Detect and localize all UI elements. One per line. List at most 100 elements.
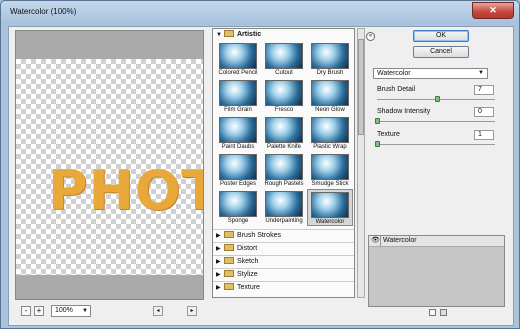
param-slider[interactable] (375, 118, 495, 124)
filter-thumb-image (265, 154, 303, 180)
filter-thumb[interactable]: Dry Brush (307, 41, 353, 78)
param-value-input[interactable]: 1 (474, 130, 494, 140)
filter-thumb-image (219, 154, 257, 180)
filter-thumb-label: Sponge (227, 218, 249, 224)
preview-margin-top (16, 31, 203, 59)
filter-thumb[interactable]: Neon Glow (307, 78, 353, 115)
trash-icon[interactable] (440, 309, 447, 316)
scroll-right-icon[interactable]: ▸ (187, 306, 197, 316)
effect-layer-name: Watercolor (383, 237, 417, 244)
slider-knob[interactable] (375, 118, 380, 124)
preview-scrollbar[interactable]: ◂ ▸ (153, 306, 197, 316)
window-title: Watercolor (100%) (10, 7, 77, 16)
slider-knob[interactable] (375, 141, 380, 147)
title-bar[interactable]: Watercolor (100%) ✕ (1, 1, 519, 25)
filter-thumb[interactable]: Rough Pastels (261, 152, 307, 189)
filter-thumb-label: Paint Daubs (221, 144, 255, 150)
triangle-right-icon: ▶ (216, 272, 221, 278)
filter-thumb-label: Dry Brush (316, 70, 344, 76)
filter-thumb-image (265, 80, 303, 106)
filter-thumb[interactable]: Sponge (215, 189, 261, 226)
category-label: Texture (237, 284, 260, 291)
category-label: Distort (237, 245, 258, 252)
scrollbar-thumb[interactable] (358, 39, 364, 135)
cancel-button[interactable]: Cancel (413, 46, 469, 58)
triangle-right-icon: ▶ (216, 233, 221, 239)
folder-icon (224, 270, 234, 277)
filter-thumb-label: Rough Pastels (264, 181, 304, 187)
zoom-out-button[interactable]: - (21, 306, 31, 316)
zoom-in-button[interactable]: + (34, 306, 44, 316)
filter-thumb[interactable]: Colored Pencil (215, 41, 261, 78)
filter-thumbnails: Colored Pencil Cutout Dry Brush Film Grain F… (215, 41, 355, 229)
new-layer-icon[interactable] (429, 309, 436, 316)
param-label: Brush Detail (377, 86, 416, 93)
scroll-left-icon[interactable]: ◂ (153, 306, 163, 316)
triangle-right-icon: ▶ (216, 285, 221, 291)
triangle-right-icon: ▶ (216, 259, 221, 265)
param-slider[interactable] (377, 96, 495, 102)
slider-knob[interactable] (435, 96, 440, 102)
filter-thumb-label: Smudge Stick (311, 181, 349, 187)
filter-thumb[interactable]: Palette Knife (261, 115, 307, 152)
filter-thumb-label: Plastic Wrap (313, 144, 347, 150)
category-label: Sketch (237, 258, 259, 265)
filter-thumb-image (265, 191, 303, 217)
filter-thumb-label: Colored Pencil (218, 70, 258, 76)
param-label: Texture (377, 131, 400, 138)
folder-open-icon (224, 30, 234, 37)
filter-thumb[interactable]: Smudge Stick (307, 152, 353, 189)
category-stylize[interactable]: ▶ Stylize (213, 268, 354, 281)
param-slider[interactable] (375, 141, 495, 147)
preview-text: PHOTO (48, 159, 203, 222)
filter-thumb-label: Poster Edges (219, 181, 257, 187)
folder-icon (224, 283, 234, 290)
filter-thumb[interactable]: Underpainting (261, 189, 307, 226)
ok-button[interactable]: OK (413, 30, 469, 42)
filter-thumb[interactable]: Fresco (261, 78, 307, 115)
filter-thumb-label: Watercolor (315, 219, 345, 225)
dialog-body: PHOTO - + 100% ▼ ◂ ▸ ▼ Artistic Colored P… (8, 26, 514, 326)
category-distort[interactable]: ▶ Distort (213, 242, 354, 255)
filter-thumb-label: Fresco (274, 107, 294, 113)
browser-scrollbar[interactable] (357, 28, 365, 298)
filter-thumb-image (311, 80, 349, 106)
preview-footer: - + 100% ▼ ◂ ▸ (15, 304, 204, 319)
preview-pane[interactable]: PHOTO (15, 30, 204, 300)
filter-thumb-label: Underpainting (265, 218, 303, 224)
zoom-select[interactable]: 100% ▼ (51, 305, 91, 317)
eye-icon[interactable]: 👁 (371, 237, 380, 245)
param-value-input[interactable]: 7 (474, 85, 494, 95)
chevron-down-icon: ▼ (82, 308, 88, 314)
filter-thumb[interactable]: Paint Daubs (215, 115, 261, 152)
filter-thumb-label: Neon Glow (315, 107, 345, 113)
filter-thumb-label: Palette Knife (266, 144, 302, 150)
filter-thumb-image (219, 43, 257, 69)
preview-canvas: PHOTO (16, 59, 203, 275)
collapse-icon[interactable]: « (366, 32, 375, 41)
triangle-right-icon: ▶ (216, 246, 221, 252)
filter-thumb[interactable]: Plastic Wrap (307, 115, 353, 152)
category-label: Artistic (237, 31, 262, 38)
filter-thumb[interactable]: Watercolor (307, 189, 353, 226)
zoom-value: 100% (55, 307, 73, 314)
category-sketch[interactable]: ▶ Sketch (213, 255, 354, 268)
category-artistic[interactable]: ▼ Artistic (213, 29, 354, 40)
folder-icon (224, 257, 234, 264)
preview-margin-bottom (16, 275, 203, 299)
category-brush-strokes[interactable]: ▶ Brush Strokes (213, 229, 354, 242)
category-texture[interactable]: ▶ Texture (213, 281, 354, 294)
filter-select[interactable]: Watercolor ▼ (373, 68, 488, 79)
filter-select-value: Watercolor (377, 70, 411, 77)
effect-layer-row[interactable]: 👁 Watercolor (369, 236, 504, 247)
filter-thumb[interactable]: Film Grain (215, 78, 261, 115)
filter-thumb[interactable]: Cutout (261, 41, 307, 78)
filter-thumb[interactable]: Poster Edges (215, 152, 261, 189)
category-label: Stylize (237, 271, 258, 278)
filter-thumb-label: Cutout (275, 70, 293, 76)
chevron-down-icon: ▼ (478, 70, 484, 76)
param-label: Shadow Intensity (377, 108, 431, 115)
close-button[interactable]: ✕ (472, 2, 514, 19)
param-value-input[interactable]: 0 (474, 107, 494, 117)
filter-thumb-image (311, 117, 349, 143)
